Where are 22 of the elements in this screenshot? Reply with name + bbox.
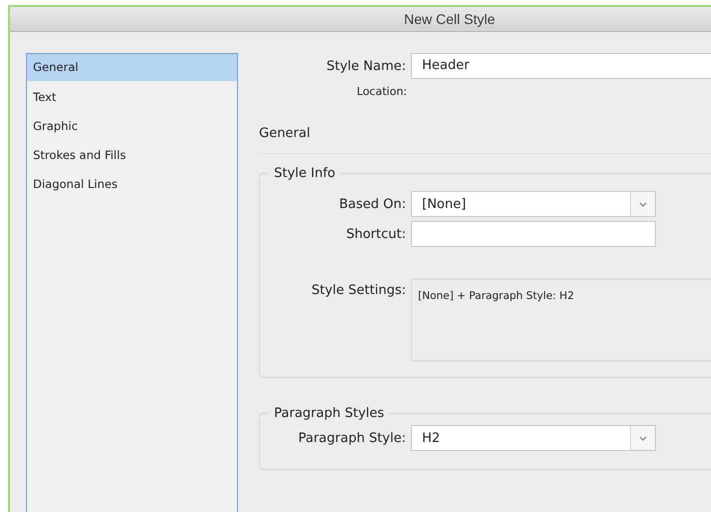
category-item[interactable]: Graphic: [27, 112, 237, 141]
field-label: Style Settings:: [310, 282, 407, 298]
group-title: Style Info: [273, 166, 336, 181]
dropdown[interactable]: H2: [411, 425, 656, 451]
category-item[interactable]: General: [27, 54, 237, 81]
style-settings-text: [None] + Paragraph Style: H2: [418, 290, 574, 302]
dropdown[interactable]: [None]: [411, 191, 656, 217]
field-label: Location:: [356, 85, 408, 98]
chevron-icon: [639, 202, 647, 206]
field-label: Based On:: [338, 196, 407, 212]
field-label: Shortcut:: [345, 226, 407, 242]
field-label: Style Name:: [325, 58, 407, 74]
section-title: General: [259, 126, 312, 141]
field-label: Paragraph Style:: [297, 430, 407, 446]
category-item[interactable]: Strokes and Fills: [27, 141, 237, 170]
category-item[interactable]: Text: [27, 83, 237, 112]
chevron-icon: [639, 436, 647, 440]
window-title: New Cell Style: [404, 11, 496, 27]
style-name-field[interactable]: Header: [411, 53, 711, 79]
category-item[interactable]: Diagonal Lines: [27, 170, 237, 199]
shortcut-field[interactable]: [411, 221, 656, 247]
group-title: Paragraph Styles: [273, 406, 386, 421]
